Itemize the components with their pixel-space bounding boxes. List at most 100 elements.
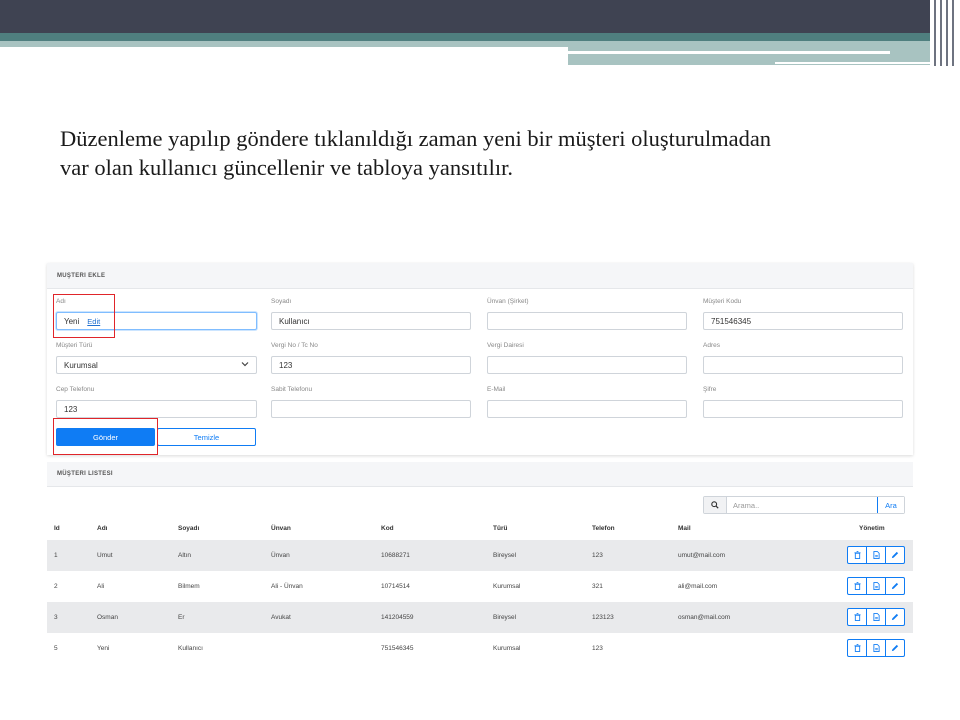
- field-label: Adı: [56, 298, 66, 305]
- slide-corner-stripes: [930, 0, 960, 66]
- soyadi-input[interactable]: Kullanıcı: [271, 312, 471, 330]
- vergi-no-input[interactable]: 123: [271, 356, 471, 374]
- adi-input[interactable]: Yeni Edit: [56, 312, 257, 330]
- cell-mail: ali@mail.com: [678, 583, 718, 590]
- cell-mail: umut@mail.com: [678, 552, 726, 559]
- cell-unvan: Ünvan: [271, 552, 290, 559]
- slide-light-band: [0, 41, 568, 47]
- cell-turu: Kurumsal: [493, 645, 521, 652]
- column-header: Id: [54, 525, 60, 532]
- input-value: 123: [279, 360, 293, 370]
- list-title: MÜŞTERI LISTESI: [47, 462, 913, 487]
- form-title: MUŞTERI EKLE: [47, 263, 913, 289]
- field-label: Adres: [703, 342, 720, 349]
- cell-turu: Bireysel: [493, 552, 517, 559]
- sifre-input[interactable]: [703, 400, 903, 418]
- cell-adi: Osman: [97, 614, 118, 621]
- cell-telefon: 123123: [592, 614, 614, 621]
- cell-soyadi: Bilmem: [178, 583, 200, 590]
- cell-id: 5: [54, 645, 58, 652]
- document-icon[interactable]: [867, 578, 886, 594]
- slide-divider-line-thin: [775, 62, 942, 64]
- field-vergi-dairesi: Vergi Dairesi: [487, 342, 687, 374]
- field-label: Vergi No / Tc No: [271, 342, 318, 349]
- column-header: Telefon: [592, 525, 615, 532]
- row-actions: [847, 639, 905, 657]
- trash-icon[interactable]: [848, 609, 867, 625]
- field-label: Şifre: [703, 386, 717, 393]
- email-input[interactable]: [487, 400, 687, 418]
- chevron-down-icon: [241, 361, 249, 369]
- document-icon[interactable]: [867, 640, 886, 656]
- cell-soyadi: Altın: [178, 552, 192, 559]
- musteri-turu-select[interactable]: Kurumsal: [56, 356, 257, 374]
- pencil-icon[interactable]: [886, 578, 904, 594]
- column-header: Mail: [678, 525, 691, 532]
- field-unvan: Ünvan (Şirket): [487, 298, 687, 330]
- slide-divider-line: [568, 51, 890, 54]
- input-value: Kullanıcı: [279, 316, 310, 326]
- search-button[interactable]: Ara: [877, 497, 904, 513]
- field-sabit-telefonu: Sabit Telefonu: [271, 386, 471, 418]
- cell-soyadi: Kullanıcı: [178, 645, 203, 652]
- cell-telefon: 321: [592, 583, 603, 590]
- field-musteri-turu: Müşteri Türü Kurumsal: [56, 342, 257, 374]
- unvan-input[interactable]: [487, 312, 687, 330]
- column-header: Türü: [493, 525, 508, 532]
- column-header: Yönetim: [859, 525, 885, 532]
- cell-turu: Kurumsal: [493, 583, 521, 590]
- search-input[interactable]: Arama..: [727, 497, 877, 513]
- column-header: Soyadı: [178, 525, 200, 532]
- vergi-dairesi-input[interactable]: [487, 356, 687, 374]
- slide-text-line: var olan kullanıcı güncellenir ve tabloy…: [60, 155, 513, 180]
- slide-text-line: Düzenleme yapılıp göndere tıklanıldığı z…: [60, 126, 772, 151]
- input-value: 751546345: [711, 316, 752, 326]
- field-vergi-no: Vergi No / Tc No 123: [271, 342, 471, 374]
- customer-form-card: MUŞTERI EKLE Adı Yeni Edit Soyadı Kullan…: [47, 263, 913, 455]
- field-label: Müşteri Kodu: [703, 298, 742, 305]
- pencil-icon[interactable]: [886, 640, 904, 656]
- musteri-kodu-input[interactable]: 751546345: [703, 312, 903, 330]
- field-label: Sabit Telefonu: [271, 386, 313, 393]
- field-label: Ünvan (Şirket): [487, 298, 529, 305]
- trash-icon[interactable]: [848, 578, 867, 594]
- cell-unvan: Ali - Ünvan: [271, 583, 303, 590]
- cell-telefon: 123: [592, 552, 603, 559]
- table-row: 2 Ali Bilmem Ali - Ünvan 10714514 Kurums…: [47, 571, 913, 602]
- cell-kod: 751546345: [381, 645, 414, 652]
- row-actions: [847, 608, 905, 626]
- cell-turu: Bireysel: [493, 614, 517, 621]
- cell-id: 3: [54, 614, 58, 621]
- input-value: Yeni: [64, 316, 80, 326]
- cell-soyadi: Er: [178, 614, 185, 621]
- table-header: Id Adı Soyadı Ünvan Kod Türü Telefon Mai…: [47, 517, 913, 540]
- edit-link[interactable]: Edit: [87, 317, 100, 326]
- cell-kod: 10714514: [381, 583, 410, 590]
- slide-body-text: Düzenleme yapılıp göndere tıklanıldığı z…: [60, 124, 920, 182]
- trash-icon[interactable]: [848, 640, 867, 656]
- cell-adi: Ali: [97, 583, 105, 590]
- column-header: Adı: [97, 525, 108, 532]
- sabit-telefonu-input[interactable]: [271, 400, 471, 418]
- cep-telefonu-input[interactable]: 123: [56, 400, 257, 418]
- field-label: Müşteri Türü: [56, 342, 93, 349]
- cell-unvan: Avukat: [271, 614, 291, 621]
- adres-input[interactable]: [703, 356, 903, 374]
- document-icon[interactable]: [867, 547, 886, 563]
- row-actions: [847, 546, 905, 564]
- row-actions: [847, 577, 905, 595]
- document-icon[interactable]: [867, 609, 886, 625]
- table-row: 3 Osman Er Avukat 141204559 Bireysel 123…: [47, 602, 913, 633]
- input-value: 123: [64, 404, 78, 414]
- trash-icon[interactable]: [848, 547, 867, 563]
- field-label: Cep Telefonu: [56, 386, 95, 393]
- field-adres: Adres: [703, 342, 903, 374]
- submit-button[interactable]: Gönder: [56, 428, 155, 446]
- field-label: Soyadı: [271, 298, 292, 305]
- pencil-icon[interactable]: [886, 547, 904, 563]
- cell-kod: 10688271: [381, 552, 410, 559]
- clear-button[interactable]: Temizle: [157, 428, 256, 446]
- field-sifre: Şifre: [703, 386, 903, 418]
- cell-kod: 141204559: [381, 614, 414, 621]
- pencil-icon[interactable]: [886, 609, 904, 625]
